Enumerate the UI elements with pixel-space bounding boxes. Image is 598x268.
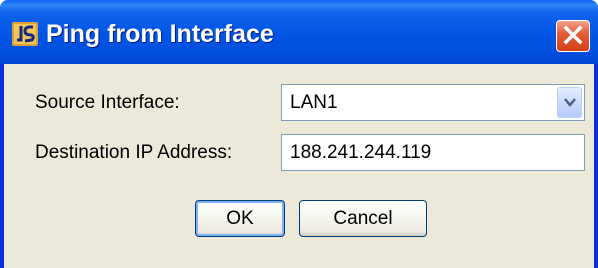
close-button[interactable] — [556, 20, 590, 52]
source-interface-select[interactable]: LAN1 — [281, 84, 585, 121]
cancel-button[interactable]: Cancel — [299, 200, 427, 237]
dialog-body: Source Interface: LAN1 Destination IP Ad… — [4, 64, 594, 268]
window-title: Ping from Interface — [46, 20, 274, 48]
title-bar[interactable]: Ping from Interface — [0, 0, 598, 64]
app-icon — [12, 22, 38, 46]
ping-dialog-window: Ping from Interface Source Interface: LA… — [0, 0, 598, 268]
ok-button[interactable]: OK — [195, 200, 285, 237]
dropdown-button[interactable] — [557, 87, 582, 118]
chevron-down-icon — [564, 98, 576, 107]
destination-ip-label: Destination IP Address: — [35, 142, 233, 163]
destination-ip-input[interactable] — [281, 134, 585, 171]
source-interface-label: Source Interface: — [35, 92, 180, 113]
close-icon — [563, 25, 583, 45]
source-interface-value: LAN1 — [290, 92, 338, 113]
